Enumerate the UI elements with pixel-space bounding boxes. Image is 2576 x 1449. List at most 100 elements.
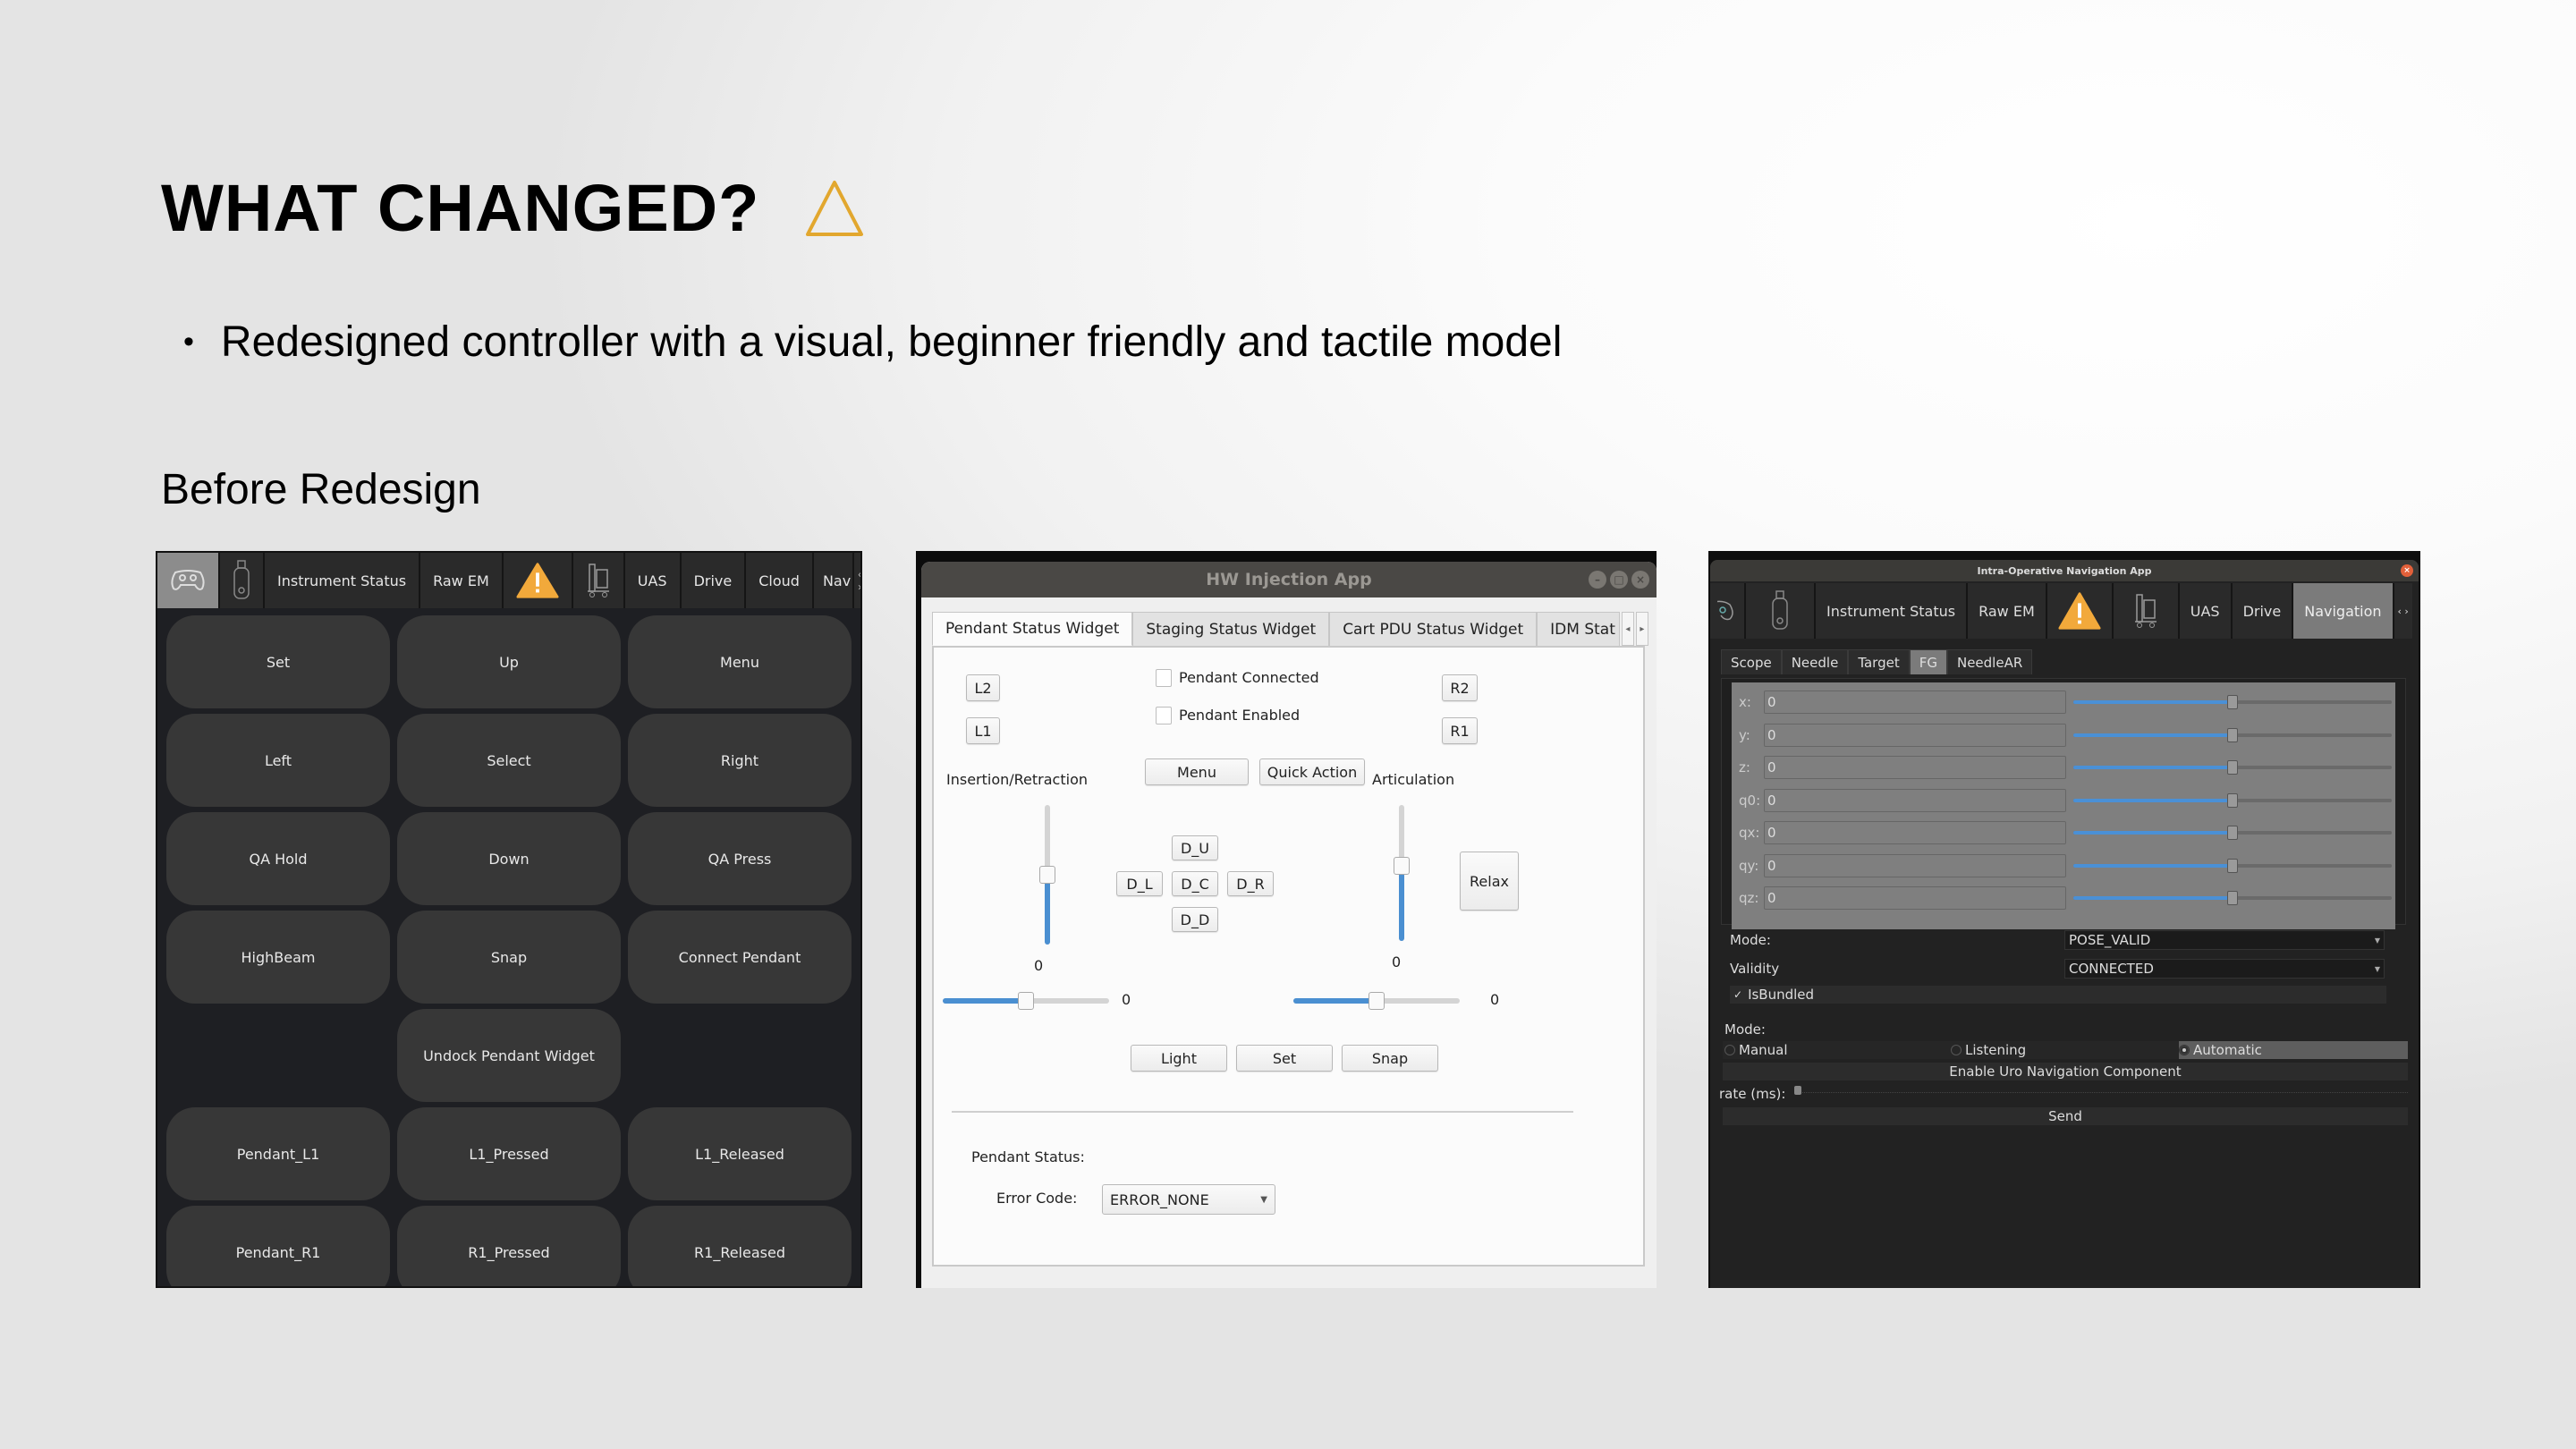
slider-handle[interactable] (1018, 992, 1034, 1010)
d-down-button[interactable]: D_D (1172, 907, 1218, 932)
pendant-button-down[interactable]: Down (397, 812, 621, 905)
d-right-button[interactable]: D_R (1227, 871, 1274, 896)
subtab-fg[interactable]: FG (1909, 649, 1947, 674)
pose-field-input[interactable]: 0 (1764, 853, 2066, 877)
pendant-button-set[interactable]: Set (166, 615, 390, 708)
toolbar-tab-uas[interactable]: UAS (624, 553, 682, 608)
radio-listening[interactable]: Listening (1951, 1042, 2179, 1058)
pendant-button-qa-press[interactable]: QA Press (628, 812, 852, 905)
error-code-dropdown[interactable]: ERROR_NONE ▼ (1102, 1184, 1275, 1215)
tab-cart-pdu-status[interactable]: Cart PDU Status Widget (1329, 612, 1538, 646)
maximize-icon[interactable]: □ (1610, 571, 1628, 589)
enable-uro-navigation-button[interactable]: Enable Uro Navigation Component (1723, 1063, 2408, 1080)
slider-handle[interactable] (2227, 695, 2238, 709)
pendant-button-l1-pressed[interactable]: L1_Pressed (397, 1107, 621, 1200)
toolbar-gamepad-tab[interactable] (1710, 583, 1746, 639)
toolbar-tab-cloud[interactable]: Cloud (746, 553, 814, 608)
minimize-icon[interactable]: – (1589, 571, 1606, 589)
pendant-button-l1-released[interactable]: L1_Released (628, 1107, 852, 1200)
pendant-enabled-checkbox[interactable] (1156, 707, 1172, 724)
toolbar-tab-uas[interactable]: UAS (2179, 583, 2233, 639)
pose-field-slider[interactable] (2073, 727, 2392, 742)
pendant-button-snap[interactable]: Snap (397, 911, 621, 1004)
toolbar-tab-navigation[interactable]: Navigation (2293, 583, 2394, 639)
validity-dropdown[interactable]: CONNECTED ▼ (2064, 959, 2385, 979)
toolbar-tab-drive[interactable]: Drive (681, 553, 747, 608)
pendant-button-up[interactable]: Up (397, 615, 621, 708)
slider-handle[interactable] (2227, 858, 2238, 873)
pendant-button-right[interactable]: Right (628, 714, 852, 807)
pose-field-input[interactable]: 0 (1764, 788, 2066, 812)
toolbar-tab-nav[interactable]: Nav (813, 553, 855, 608)
radio-automatic[interactable]: Automatic (2179, 1041, 2408, 1059)
close-icon[interactable]: × (2401, 564, 2413, 577)
pose-field-input[interactable]: 0 (1764, 723, 2066, 747)
toolbar-scroll-arrows[interactable]: ‹ › (2394, 583, 2412, 639)
pendant-button-select[interactable]: Select (397, 714, 621, 807)
toolbar-tab-instrument-status[interactable]: Instrument Status (265, 553, 421, 608)
pose-field-slider[interactable] (2073, 760, 2392, 775)
rate-slider[interactable] (1794, 1086, 2408, 1095)
pendant-button-pendant-r1[interactable]: Pendant_R1 (166, 1206, 390, 1286)
toolbar-tab-drive[interactable]: Drive (2232, 583, 2294, 639)
toolbar-warning-tab[interactable] (2046, 583, 2114, 639)
slider-handle[interactable] (2227, 760, 2238, 775)
subtab-needlear[interactable]: NeedleAR (1946, 649, 2033, 674)
pose-field-slider[interactable] (2073, 826, 2392, 840)
subtab-needle[interactable]: Needle (1781, 649, 1849, 674)
articulation-vertical-slider[interactable] (1394, 805, 1410, 941)
pose-field-input[interactable]: 0 (1764, 756, 2066, 779)
subtab-target[interactable]: Target (1848, 649, 1910, 674)
pendant-button-r1-pressed[interactable]: R1_Pressed (397, 1206, 621, 1286)
slider-handle[interactable] (2227, 891, 2238, 905)
pose-field-slider[interactable] (2073, 891, 2392, 905)
toolbar-cart-tab[interactable] (572, 553, 625, 608)
toolbar-usb-tab[interactable] (220, 553, 265, 608)
pendant-connected-checkbox[interactable] (1156, 669, 1172, 687)
pendant-button-highbeam[interactable]: HighBeam (166, 911, 390, 1004)
slider-handle[interactable] (2227, 727, 2238, 742)
pendant-button-undock-widget[interactable]: Undock Pendant Widget (397, 1009, 621, 1102)
r2-button[interactable]: R2 (1442, 674, 1478, 701)
d-up-button[interactable]: D_U (1172, 835, 1218, 860)
pose-field-slider[interactable] (2073, 792, 2392, 808)
light-button[interactable]: Light (1131, 1045, 1227, 1072)
mode-dropdown[interactable]: POSE_VALID ▼ (2064, 930, 2385, 950)
articulation-horizontal-slider[interactable] (1293, 992, 1460, 1010)
close-icon[interactable]: × (1631, 571, 1649, 589)
toolbar-usb-tab[interactable] (1746, 583, 1816, 639)
pendant-button-r1-released[interactable]: R1_Released (628, 1206, 852, 1286)
l2-button[interactable]: L2 (966, 674, 1000, 701)
pendant-button-connect-pendant[interactable]: Connect Pendant (628, 911, 852, 1004)
r1-button[interactable]: R1 (1442, 717, 1478, 744)
toolbar-tab-instrument-status[interactable]: Instrument Status (1816, 583, 1969, 639)
slider-handle[interactable] (1368, 992, 1385, 1010)
slider-handle[interactable] (1039, 866, 1055, 884)
slider-handle[interactable] (1394, 857, 1410, 876)
menu-button[interactable]: Menu (1145, 758, 1249, 785)
relax-button[interactable]: Relax (1460, 852, 1519, 911)
send-button[interactable]: Send (1723, 1107, 2408, 1125)
tab-staging-status[interactable]: Staging Status Widget (1132, 612, 1330, 646)
insertion-horizontal-slider[interactable] (943, 992, 1109, 1010)
insertion-vertical-slider[interactable] (1039, 805, 1055, 945)
snap-button[interactable]: Snap (1342, 1045, 1438, 1072)
pendant-button-left[interactable]: Left (166, 714, 390, 807)
quick-action-button[interactable]: Quick Action (1259, 758, 1365, 785)
l1-button[interactable]: L1 (966, 717, 1000, 744)
pose-field-input[interactable]: 0 (1764, 821, 2066, 844)
slider-handle[interactable] (2227, 792, 2238, 808)
set-button[interactable]: Set (1236, 1045, 1333, 1072)
toolbar-warning-tab[interactable] (503, 553, 573, 608)
pendant-button-menu[interactable]: Menu (628, 615, 852, 708)
pose-field-slider[interactable] (2073, 858, 2392, 873)
tab-scroll-left-icon[interactable]: ◂ (1621, 612, 1634, 646)
slider-handle[interactable] (1794, 1086, 1801, 1095)
slider-handle[interactable] (2227, 826, 2238, 840)
pendant-button-pendant-l1[interactable]: Pendant_L1 (166, 1107, 390, 1200)
pose-field-input[interactable]: 0 (1764, 886, 2066, 910)
toolbar-gamepad-tab[interactable] (157, 553, 220, 608)
pose-field-slider[interactable] (2073, 695, 2392, 709)
pose-field-input[interactable]: 0 (1764, 691, 2066, 714)
tab-pendant-status[interactable]: Pendant Status Widget (932, 612, 1133, 646)
